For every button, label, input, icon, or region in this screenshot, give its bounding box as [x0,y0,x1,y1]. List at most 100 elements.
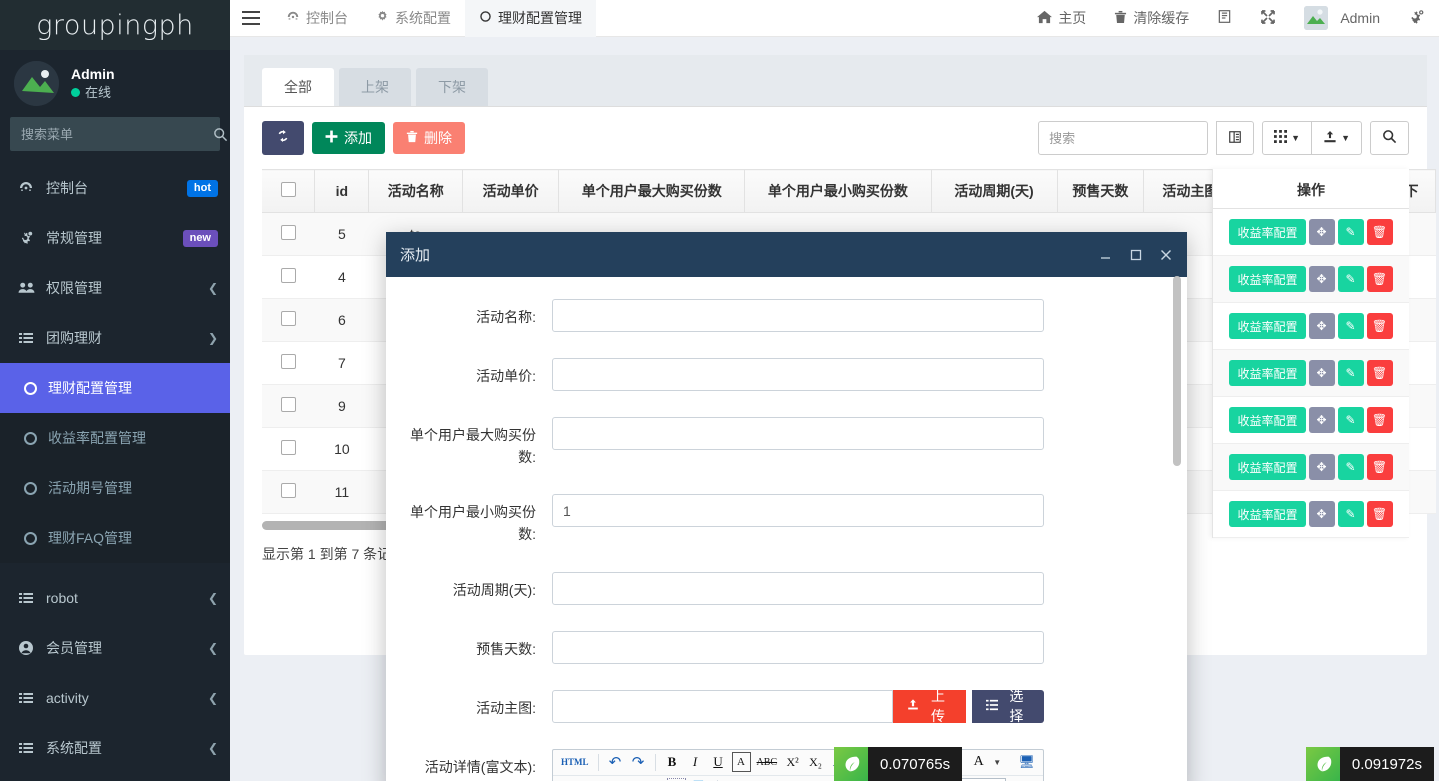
row-checkbox-cell[interactable] [262,256,315,299]
trash-icon[interactable]: 🗑 [1367,501,1393,527]
sidebar-item-活动期号管理[interactable]: 活动期号管理 [0,463,230,513]
row-checkbox-cell[interactable] [262,385,315,428]
superscript-icon[interactable]: X² [783,752,802,772]
grid-view-button[interactable]: ▼ [1262,121,1312,155]
row-checkbox[interactable] [281,268,296,283]
menu-search-button[interactable] [207,118,230,150]
trash-icon[interactable]: 🗑 [1367,313,1393,339]
fullscreen-button[interactable] [1246,0,1290,37]
undo-icon[interactable]: ↶ [606,752,625,772]
arrows-move-icon[interactable]: ✥ [1309,313,1335,339]
rate-config-button[interactable]: 收益率配置 [1229,360,1305,386]
sidebar-item-常规管理[interactable]: 常规管理 new [0,213,230,263]
settings-button[interactable] [1394,0,1439,37]
min-shares-input[interactable] [552,494,1044,527]
sidebar-toggle-button[interactable] [230,0,272,37]
tab-系统配置[interactable]: 系统配置 [362,0,465,37]
tab-控制台[interactable]: 控制台 [272,0,362,37]
sidebar-item-收益率配置管理[interactable]: 收益率配置管理 [0,413,230,463]
pencil-icon[interactable]: ✎ [1338,360,1364,386]
refresh-button[interactable] [262,121,304,155]
arrows-move-icon[interactable]: ✥ [1309,454,1335,480]
text-box-icon[interactable]: A [732,752,751,772]
activity-price-input[interactable] [552,358,1044,391]
header-id[interactable]: id [315,170,369,213]
header-presale[interactable]: 预售天数 [1057,170,1143,213]
tab-online[interactable]: 上架 [339,68,411,106]
row-checkbox[interactable] [281,483,296,498]
rate-config-button[interactable]: 收益率配置 [1229,219,1305,245]
row-checkbox[interactable] [281,440,296,455]
max-shares-input[interactable] [552,417,1044,450]
cycle-days-input[interactable] [552,572,1044,605]
modal-scrollbar[interactable] [1173,276,1181,731]
menu-search-input[interactable] [11,127,207,142]
rate-config-button[interactable]: 收益率配置 [1229,313,1305,339]
choose-button[interactable]: 选择 [972,690,1044,723]
upload-button[interactable]: 上传 [893,690,965,723]
column-toggle-button[interactable] [1216,121,1254,155]
row-checkbox-cell[interactable] [262,213,315,256]
rate-config-button[interactable]: 收益率配置 [1229,266,1305,292]
trash-icon[interactable]: 🗑 [1367,266,1393,292]
user-panel[interactable]: Admin 在线 [0,50,230,117]
header-select-all[interactable] [262,170,315,213]
header-cycle[interactable]: 活动周期(天) [931,170,1057,213]
italic-icon[interactable]: I [686,752,705,772]
rate-config-button[interactable]: 收益率配置 [1229,454,1305,480]
delete-button[interactable]: 删除 [393,122,465,155]
arrows-move-icon[interactable]: ✥ [1309,407,1335,433]
maximize-icon[interactable] [1129,248,1143,262]
tab-all[interactable]: 全部 [262,68,334,106]
activity-name-input[interactable] [552,299,1044,332]
redo-icon[interactable]: ↷ [629,752,648,772]
modal-header[interactable]: 添加 [386,232,1187,277]
sidebar-item-理财配置管理[interactable]: 理财配置管理 [0,363,230,413]
subscript-icon[interactable]: X₂ [806,752,825,772]
search-submit-button[interactable] [1370,121,1409,155]
trash-icon[interactable]: 🗑 [1367,407,1393,433]
arrows-move-icon[interactable]: ✥ [1309,360,1335,386]
row-checkbox[interactable] [281,397,296,412]
row-checkbox-cell[interactable] [262,471,315,514]
sidebar-item-权限管理[interactable]: 权限管理 ❮ [0,263,230,313]
tab-offline[interactable]: 下架 [416,68,488,106]
scrollbar-thumb[interactable] [1173,276,1181,466]
row-checkbox[interactable] [281,354,296,369]
pencil-icon[interactable]: ✎ [1338,313,1364,339]
strikethrough-icon[interactable]: ABC [755,752,780,772]
search-input[interactable] [1038,121,1208,155]
trash-icon[interactable]: 🗑 [1367,454,1393,480]
trash-icon[interactable]: 🗑 [1367,360,1393,386]
main-image-input[interactable] [552,690,893,723]
presale-days-input[interactable] [552,631,1044,664]
rate-config-button[interactable]: 收益率配置 [1229,407,1305,433]
sidebar-item-控制台[interactable]: 控制台 hot [0,163,230,213]
select-all-checkbox[interactable] [281,182,296,197]
row-checkbox[interactable] [281,311,296,326]
add-button[interactable]: 添加 [312,122,385,155]
tab-理财配置管理[interactable]: 理财配置管理 [465,0,596,37]
html-source-icon[interactable]: HTML [559,752,591,772]
sidebar-item-理财FAQ管理[interactable]: 理财FAQ管理 [0,513,230,563]
fullscreen-editor-icon[interactable]: 🖥 [1016,752,1037,772]
sidebar-item-系统配置[interactable]: 系统配置 ❮ [0,723,230,773]
sidebar-item-activity[interactable]: activity ❮ [0,673,230,723]
arrows-move-icon[interactable]: ✥ [1309,219,1335,245]
trash-icon[interactable]: 🗑 [1367,219,1393,245]
row-checkbox-cell[interactable] [262,428,315,471]
export-button[interactable]: ▼ [1312,121,1362,155]
font-color-icon[interactable]: A [969,752,988,772]
close-icon[interactable] [1159,248,1173,262]
header-min-shares[interactable]: 单个用户最小购买份数 [745,170,931,213]
pencil-icon[interactable]: ✎ [1338,407,1364,433]
rate-config-button[interactable]: 收益率配置 [1229,501,1305,527]
bold-icon[interactable]: B [663,752,682,772]
arrows-move-icon[interactable]: ✥ [1309,266,1335,292]
arrows-move-icon[interactable]: ✥ [1309,501,1335,527]
pencil-icon[interactable]: ✎ [1338,454,1364,480]
underline-icon[interactable]: U [709,752,728,772]
pencil-icon[interactable]: ✎ [1338,501,1364,527]
clear-cache-button[interactable]: 清除缓存 [1100,0,1203,37]
row-checkbox[interactable] [281,225,296,240]
